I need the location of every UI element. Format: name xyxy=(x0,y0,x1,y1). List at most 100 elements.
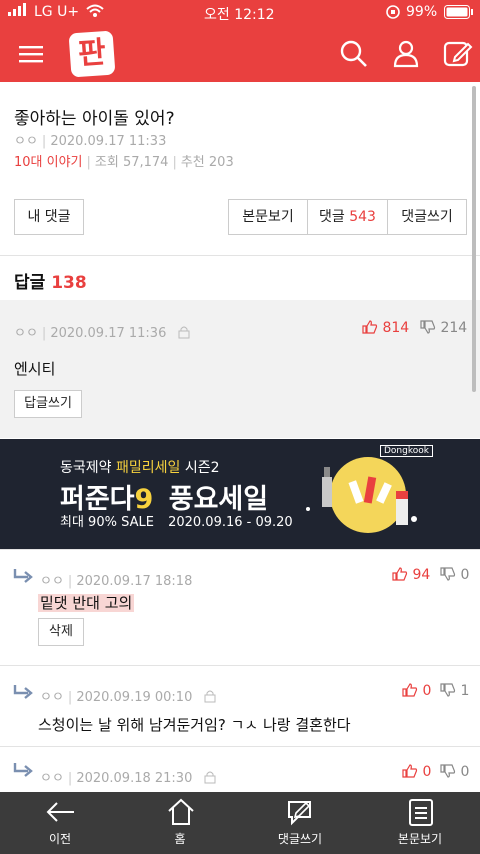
upvote[interactable]: 0 xyxy=(402,683,431,699)
downvote[interactable]: 0 xyxy=(440,567,469,583)
nav-view-post[interactable]: 본문보기 xyxy=(360,792,480,854)
comment-author: ㅇㅇ xyxy=(40,771,64,786)
comment-author: ㅇㅇ xyxy=(40,574,64,589)
comment-author: ㅇㅇ xyxy=(40,690,64,705)
nav-write-comment-label: 댓글쓰기 xyxy=(277,832,323,846)
carrier-label: LG U+ xyxy=(34,4,80,20)
divider xyxy=(0,255,480,256)
upvote-count: 0 xyxy=(422,764,432,780)
view-post-button[interactable]: 본문보기 xyxy=(228,199,308,235)
replies-label: 답글 xyxy=(14,273,46,293)
user-icon[interactable] xyxy=(390,38,422,70)
comments-count: 543 xyxy=(349,209,376,225)
comment-meta: ㅇㅇ | 2020.09.18 21:30 xyxy=(40,767,216,788)
upvote-count: 814 xyxy=(382,320,410,336)
replies-count: 138 xyxy=(51,273,87,293)
comment-meta: ㅇㅇ | 2020.09.19 00:10 xyxy=(40,686,216,707)
post-stats: 10대 이야기 | 조회 57,174 | 추천 203 xyxy=(14,155,234,170)
comment-date: 2020.09.18 21:30 xyxy=(76,771,193,786)
ad-moon-image xyxy=(296,449,426,547)
document-icon xyxy=(409,799,433,826)
comment-date: 2020.09.17 11:36 xyxy=(50,326,167,341)
thumbs-up-icon xyxy=(362,320,378,334)
post-views: 조회 57,174 xyxy=(94,155,169,170)
lock-icon xyxy=(204,689,216,707)
upvote-count: 94 xyxy=(412,567,431,583)
wifi-icon xyxy=(86,4,104,22)
post-title: 좋아하는 아이돌 있어? xyxy=(14,109,175,129)
ad-line1-b: 패밀리세일 xyxy=(115,460,181,476)
downvote-count: 0 xyxy=(460,567,470,583)
nav-view-post-label: 본문보기 xyxy=(397,832,443,846)
replies-header: 답글 138 xyxy=(14,268,87,293)
signal-icon xyxy=(8,3,30,21)
comment-date: 2020.09.19 00:10 xyxy=(76,690,193,705)
divider xyxy=(0,549,480,550)
comments-label: 댓글 xyxy=(319,209,345,225)
downvote[interactable]: 1 xyxy=(440,683,469,699)
comment-text: 스청이는 날 위해 남겨둔거임? ㄱㅅ 나랑 결혼한다 xyxy=(38,716,351,734)
write-comment-icon xyxy=(288,801,311,826)
upvote-count: 0 xyxy=(422,683,432,699)
comment-text: 밑댓 반대 고의 xyxy=(38,592,135,613)
post-date: 2020.09.17 11:33 xyxy=(50,134,167,149)
upvote[interactable]: 0 xyxy=(402,764,431,780)
thumbs-down-icon xyxy=(440,567,456,581)
my-comments-button[interactable]: 내 댓글 xyxy=(14,199,84,235)
downvote-count: 0 xyxy=(460,764,470,780)
ad-line3-a: 최대 90% SALE xyxy=(60,515,154,530)
nav-back-label: 이전 xyxy=(48,832,72,846)
divider xyxy=(0,746,480,747)
search-icon[interactable] xyxy=(338,38,370,70)
ad-line1: 동국제약 패밀리세일 시즌2 xyxy=(60,457,220,477)
write-comment-button[interactable]: 댓글쓰기 xyxy=(387,199,467,235)
ad-banner[interactable]: 동국제약 패밀리세일 시즌2 퍼준다9 풍요세일 최대 90% SALE 202… xyxy=(0,439,480,549)
downvote[interactable]: 0 xyxy=(440,764,469,780)
app-header: 판 xyxy=(0,26,480,82)
status-bar: LG U+ 오전 12:12 99% xyxy=(0,0,480,26)
ad-line1-a: 동국제약 xyxy=(60,460,112,476)
upvote[interactable]: 814 xyxy=(362,320,409,336)
comment-meta: ㅇㅇ | 2020.09.17 18:18 xyxy=(40,574,193,589)
downvote[interactable]: 214 xyxy=(420,320,467,336)
lock-icon xyxy=(178,325,190,343)
thumbs-up-icon xyxy=(402,683,418,697)
lock-icon xyxy=(204,770,216,788)
post-likes: 추천 203 xyxy=(180,155,234,170)
reply-arrow-icon xyxy=(12,568,34,588)
nav-home-label: 홈 xyxy=(174,832,186,846)
scrollbar[interactable] xyxy=(472,86,476,392)
reply-arrow-icon xyxy=(12,684,34,704)
divider xyxy=(0,665,480,666)
comments-button[interactable]: 댓글 543 xyxy=(307,199,388,235)
comment-date: 2020.09.17 18:18 xyxy=(76,574,193,589)
comment-author: ㅇㅇ xyxy=(14,326,38,341)
highlighted-text: 밑댓 반대 고의 xyxy=(38,594,135,612)
comment-text: 엔시티 xyxy=(14,360,56,378)
ad-line1-c: 시즌2 xyxy=(184,460,220,476)
thumbs-down-icon xyxy=(440,683,456,697)
menu-icon[interactable] xyxy=(16,38,48,70)
upvote[interactable]: 94 xyxy=(392,567,430,583)
logo[interactable]: 판 xyxy=(68,30,116,78)
nav-home[interactable]: 홈 xyxy=(120,792,240,854)
battery-icon xyxy=(444,5,474,24)
post-category[interactable]: 10대 이야기 xyxy=(14,155,83,170)
reply-button[interactable]: 답글쓰기 xyxy=(14,390,82,418)
clock: 오전 12:12 xyxy=(204,7,275,23)
reply-arrow-icon xyxy=(12,762,34,782)
rotation-lock-icon xyxy=(386,5,400,23)
nav-write-comment[interactable]: 댓글쓰기 xyxy=(240,792,360,854)
back-arrow-icon xyxy=(46,802,74,822)
write-icon[interactable] xyxy=(442,38,474,70)
ad-line3: 최대 90% SALE 2020.09.16 - 09.20 xyxy=(60,511,293,530)
thumbs-down-icon xyxy=(440,764,456,778)
home-icon xyxy=(168,798,194,825)
delete-button[interactable]: 삭제 xyxy=(38,618,84,646)
ad-line3-b: 2020.09.16 - 09.20 xyxy=(168,515,293,530)
nav-back[interactable]: 이전 xyxy=(0,792,120,854)
post-author: ㅇㅇ xyxy=(14,134,38,149)
bottom-nav: 이전 홈 댓글쓰기 본문보기 xyxy=(0,792,480,854)
downvote-count: 214 xyxy=(440,320,468,336)
post-meta: ㅇㅇ | 2020.09.17 11:33 xyxy=(14,134,167,149)
